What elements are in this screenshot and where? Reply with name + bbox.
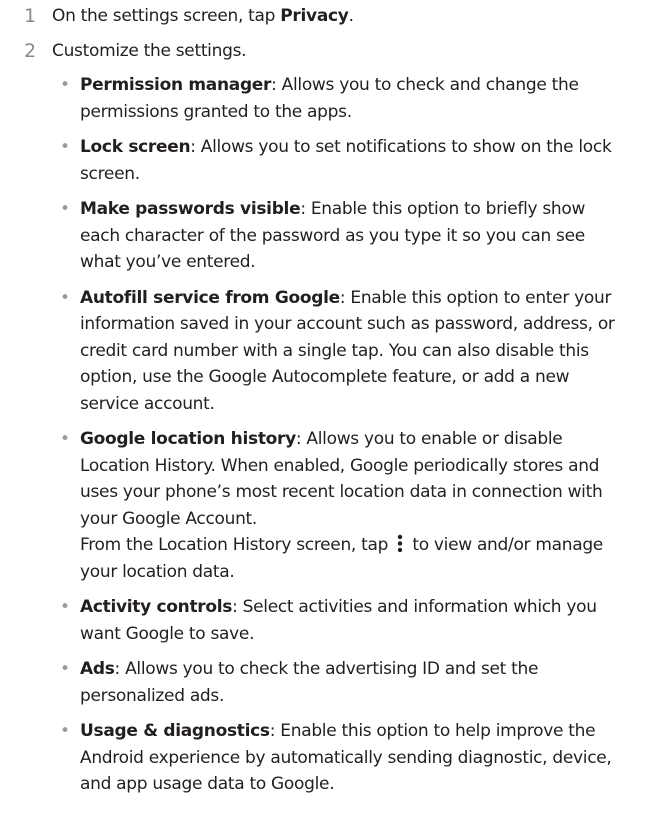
step-number: 2 (24, 39, 36, 62)
bullet-icon: • (60, 429, 70, 449)
step-number: 1 (24, 5, 36, 27)
manual-page: 1 On the settings screen, tap Privacy. 2… (0, 0, 649, 814)
privacy-term: Privacy (280, 6, 349, 26)
bullet-icon: • (60, 199, 70, 219)
list-item-activity-controls: • Activity controls: Select activities a… (52, 594, 625, 647)
step-text: Customize the settings. (52, 40, 247, 61)
step-2: 2 Customize the settings. (24, 38, 625, 65)
list-item-autofill-service: • Autofill service from Google: Enable t… (52, 285, 625, 418)
list-item-body: Make passwords visible: Enable this opti… (80, 196, 625, 276)
list-item-title: Activity controls (80, 597, 233, 617)
step-1: 1 On the settings screen, tap Privacy. (24, 3, 625, 30)
bullet-icon: • (60, 597, 70, 617)
list-item-ads: • Ads: Allows you to check the advertisi… (52, 656, 625, 709)
list-item-title: Autofill service from Google (80, 287, 340, 308)
step-text-start: On the settings screen, tap (52, 6, 281, 26)
list-item-permission-manager: • Permission manager: Allows you to chec… (52, 72, 625, 125)
bullet-icon: • (60, 137, 70, 157)
step-text: On the settings screen, tap Privacy. (52, 3, 625, 30)
list-item-text: : Allows you to check the advertising ID… (80, 659, 539, 706)
list-item-title: Usage & diagnostics (80, 721, 270, 741)
list-item-body: Permission manager: Allows you to check … (80, 72, 625, 125)
more-vert-icon (393, 532, 407, 559)
list-item-make-passwords-visible: • Make passwords visible: Enable this op… (52, 196, 625, 276)
bullet-icon: • (60, 287, 70, 308)
list-item-body: Autofill service from Google: Enable thi… (80, 285, 625, 418)
list-item-title: Make passwords visible (80, 199, 301, 219)
bullet-icon: • (60, 721, 70, 741)
list-item-extra-start: From the Location History screen, tap (80, 535, 394, 555)
step-text-end: . (348, 6, 354, 26)
list-item-body: Google location history: Allows you to e… (80, 426, 625, 585)
list-item-title: Lock screen (80, 137, 191, 157)
list-item-usage-diagnostics: • Usage & diagnostics: Enable this optio… (52, 718, 625, 798)
list-item-body: Activity controls: Select activities and… (80, 594, 625, 647)
settings-list: • Permission manager: Allows you to chec… (24, 72, 625, 798)
list-item-title: Google location history (80, 429, 296, 449)
list-item-lock-screen: • Lock screen: Allows you to set notific… (52, 134, 625, 187)
list-item-title: Ads (80, 659, 115, 679)
list-item-google-location-history: • Google location history: Allows you to… (52, 426, 625, 585)
bullet-icon: • (60, 659, 70, 679)
list-item-body: Usage & diagnostics: Enable this option … (80, 718, 625, 798)
list-item-body: Lock screen: Allows you to set notificat… (80, 134, 625, 187)
list-item-title: Permission manager (80, 75, 272, 95)
bullet-icon: • (60, 75, 70, 95)
list-item-body: Ads: Allows you to check the advertising… (80, 656, 625, 709)
